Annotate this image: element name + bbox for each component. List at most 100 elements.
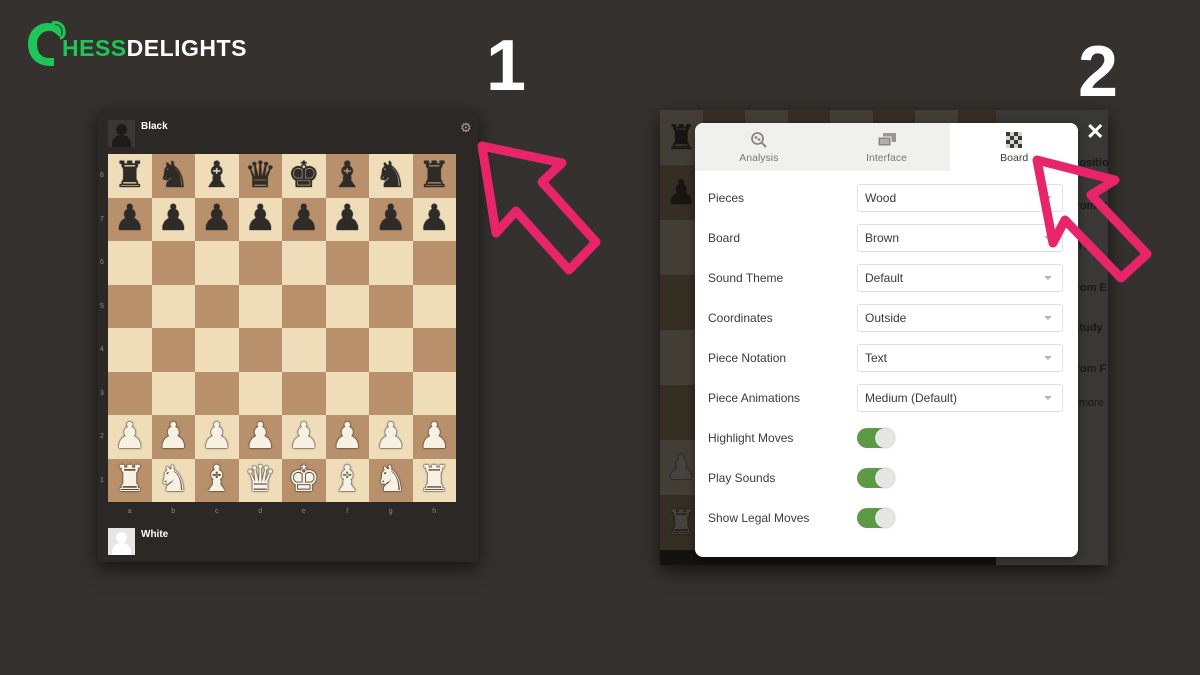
- black-pawn-piece[interactable]: ♟: [288, 201, 320, 237]
- board-square-h8[interactable]: ♜: [412, 154, 456, 198]
- board-square-e1[interactable]: ♚: [282, 458, 326, 502]
- chess-board[interactable]: ♜ ♞ ♝ ♛ ♚ ♝ ♞ ♜ ♟ ♟ ♟ ♟ ♟ ♟ ♟ ♟ ♟ ♟ ♟ ♟ ♟ ♟ ♟ ♟ ♜ ♞ ♝ ♛ ♚ ♝ ♞ ♜: [108, 154, 456, 502]
- board-square-a1[interactable]: ♜: [108, 458, 152, 502]
- white-pawn-piece[interactable]: ♟: [201, 418, 233, 455]
- board-square-c5[interactable]: [195, 284, 239, 328]
- board-square-f6[interactable]: [325, 241, 369, 285]
- board-square-c3[interactable]: [195, 371, 239, 415]
- coordinates-select[interactable]: Outside: [857, 304, 1063, 332]
- black-knight-piece[interactable]: ♞: [375, 157, 407, 194]
- board-square-a8[interactable]: ♜: [108, 154, 152, 198]
- board-square-f8[interactable]: ♝: [325, 154, 369, 198]
- white-pawn-piece[interactable]: ♟: [157, 418, 189, 455]
- board-square-d8[interactable]: ♛: [238, 154, 282, 198]
- board-square-c8[interactable]: ♝: [195, 154, 239, 198]
- black-pawn-piece[interactable]: ♟: [244, 201, 276, 237]
- board-square-g6[interactable]: [369, 241, 413, 285]
- board-square-c4[interactable]: [195, 328, 239, 372]
- black-bishop-piece[interactable]: ♝: [201, 157, 233, 194]
- highlight-moves-toggle[interactable]: [857, 428, 895, 448]
- board-square-a3[interactable]: [108, 371, 152, 415]
- board-square-f4[interactable]: [325, 328, 369, 372]
- board-square-g8[interactable]: ♞: [369, 154, 413, 198]
- board-square-f2[interactable]: ♟: [325, 415, 369, 459]
- board-square-c6[interactable]: [195, 241, 239, 285]
- board-square-d1[interactable]: ♛: [238, 458, 282, 502]
- board-square-e2[interactable]: ♟: [282, 415, 326, 459]
- board-square-f5[interactable]: [325, 284, 369, 328]
- white-pawn-piece[interactable]: ♟: [375, 418, 407, 455]
- black-king-piece[interactable]: ♚: [288, 157, 320, 194]
- board-square-b8[interactable]: ♞: [151, 154, 195, 198]
- board-square-h5[interactable]: [412, 284, 456, 328]
- tab-analysis[interactable]: Analysis: [695, 123, 823, 171]
- board-square-a6[interactable]: [108, 241, 152, 285]
- white-knight-piece[interactable]: ♞: [375, 462, 407, 498]
- board-square-c7[interactable]: ♟: [195, 197, 239, 241]
- board-square-f3[interactable]: [325, 371, 369, 415]
- white-rook-piece[interactable]: ♜: [114, 462, 146, 498]
- board-square-d4[interactable]: [238, 328, 282, 372]
- white-rook-piece[interactable]: ♜: [418, 462, 450, 498]
- board-square-d3[interactable]: [238, 371, 282, 415]
- board-square-h3[interactable]: [412, 371, 456, 415]
- board-square-h1[interactable]: ♜: [412, 458, 456, 502]
- white-pawn-piece[interactable]: ♟: [288, 418, 320, 455]
- black-pawn-piece[interactable]: ♟: [418, 201, 450, 237]
- board-square-b7[interactable]: ♟: [151, 197, 195, 241]
- board-square-b6[interactable]: [151, 241, 195, 285]
- board-square-b5[interactable]: [151, 284, 195, 328]
- white-queen-piece[interactable]: ♛: [244, 462, 276, 498]
- show-legal-moves-toggle[interactable]: [857, 508, 895, 528]
- board-select[interactable]: Brown: [857, 224, 1063, 252]
- board-square-g2[interactable]: ♟: [369, 415, 413, 459]
- board-square-b1[interactable]: ♞: [151, 458, 195, 502]
- tab-board[interactable]: Board: [950, 123, 1078, 171]
- white-pawn-piece[interactable]: ♟: [114, 418, 146, 455]
- black-pawn-piece[interactable]: ♟: [157, 201, 189, 237]
- pieces-select[interactable]: Wood: [857, 184, 1063, 212]
- board-square-e7[interactable]: ♟: [282, 197, 326, 241]
- board-square-e5[interactable]: [282, 284, 326, 328]
- black-pawn-piece[interactable]: ♟: [375, 201, 407, 237]
- board-square-h4[interactable]: [412, 328, 456, 372]
- white-king-piece[interactable]: ♚: [288, 462, 320, 498]
- piece-animations-select[interactable]: Medium (Default): [857, 384, 1063, 412]
- tab-interface[interactable]: Interface: [823, 123, 951, 171]
- black-knight-piece[interactable]: ♞: [157, 157, 189, 194]
- white-bishop-piece[interactable]: ♝: [331, 462, 363, 498]
- white-pawn-piece[interactable]: ♟: [418, 418, 450, 455]
- black-rook-piece[interactable]: ♜: [418, 157, 450, 194]
- board-square-c2[interactable]: ♟: [195, 415, 239, 459]
- board-square-d2[interactable]: ♟: [238, 415, 282, 459]
- board-square-d6[interactable]: [238, 241, 282, 285]
- board-square-b3[interactable]: [151, 371, 195, 415]
- white-bishop-piece[interactable]: ♝: [201, 462, 233, 498]
- board-square-a4[interactable]: [108, 328, 152, 372]
- board-square-h2[interactable]: ♟: [412, 415, 456, 459]
- board-square-d7[interactable]: ♟: [238, 197, 282, 241]
- play-sounds-toggle[interactable]: [857, 468, 895, 488]
- black-rook-piece[interactable]: ♜: [114, 157, 146, 194]
- gear-icon[interactable]: ⚙: [460, 121, 472, 134]
- board-square-b4[interactable]: [151, 328, 195, 372]
- board-square-d5[interactable]: [238, 284, 282, 328]
- black-pawn-piece[interactable]: ♟: [331, 201, 363, 237]
- board-square-g5[interactable]: [369, 284, 413, 328]
- close-button[interactable]: ✕: [1086, 121, 1104, 143]
- board-square-f1[interactable]: ♝: [325, 458, 369, 502]
- board-square-g7[interactable]: ♟: [369, 197, 413, 241]
- board-square-a2[interactable]: ♟: [108, 415, 152, 459]
- board-square-g4[interactable]: [369, 328, 413, 372]
- board-square-e8[interactable]: ♚: [282, 154, 326, 198]
- black-pawn-piece[interactable]: ♟: [114, 201, 146, 237]
- sound-theme-select[interactable]: Default: [857, 264, 1063, 292]
- black-bishop-piece[interactable]: ♝: [331, 157, 363, 194]
- white-pawn-piece[interactable]: ♟: [244, 418, 276, 455]
- board-square-a7[interactable]: ♟: [108, 197, 152, 241]
- black-queen-piece[interactable]: ♛: [244, 157, 276, 194]
- board-square-f7[interactable]: ♟: [325, 197, 369, 241]
- board-square-h7[interactable]: ♟: [412, 197, 456, 241]
- board-square-g1[interactable]: ♞: [369, 458, 413, 502]
- black-pawn-piece[interactable]: ♟: [201, 201, 233, 237]
